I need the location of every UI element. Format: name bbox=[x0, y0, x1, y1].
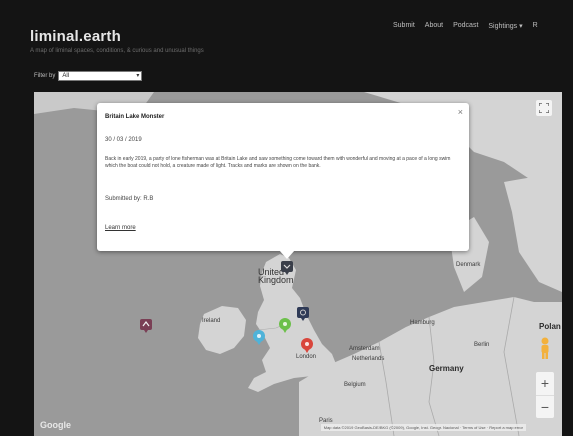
map-marker-green[interactable] bbox=[278, 318, 292, 334]
fullscreen-icon bbox=[539, 103, 549, 113]
chevron-down-icon: ▾ bbox=[136, 73, 140, 79]
map-marker-navy[interactable] bbox=[296, 306, 310, 322]
filter-selected-value: All bbox=[62, 73, 70, 79]
map-marker-blue[interactable] bbox=[252, 330, 266, 346]
map-marker-dark[interactable] bbox=[280, 260, 294, 276]
nav-podcast[interactable]: Podcast bbox=[453, 22, 478, 34]
map-label-berlin: Berlin bbox=[474, 342, 490, 348]
zoom-control: + − bbox=[536, 372, 554, 418]
map-label-hamburg: Hamburg bbox=[410, 320, 435, 326]
map-label-ireland: Ireland bbox=[202, 318, 221, 324]
zoom-in-button[interactable]: + bbox=[536, 372, 554, 395]
nav-submit[interactable]: Submit bbox=[393, 22, 415, 34]
map-label-germany: Germany bbox=[429, 364, 464, 373]
filter-row: Filter by All ▾ bbox=[34, 71, 143, 81]
info-submitted-by: Submitted by: R.B bbox=[105, 196, 154, 202]
nav-item-partial[interactable]: R bbox=[533, 22, 538, 34]
site-title[interactable]: liminal.earth bbox=[30, 28, 121, 45]
site-header: liminal.earth A map of liminal spaces, c… bbox=[0, 0, 573, 92]
zoom-out-button[interactable]: − bbox=[536, 395, 554, 418]
nav-about[interactable]: About bbox=[425, 22, 443, 34]
filter-label: Filter by bbox=[34, 73, 56, 79]
filter-select[interactable]: All ▾ bbox=[58, 71, 143, 81]
fullscreen-button[interactable] bbox=[536, 100, 552, 116]
pegman-icon[interactable] bbox=[537, 336, 553, 360]
info-window-tail bbox=[279, 250, 295, 259]
google-logo[interactable]: Google bbox=[40, 420, 71, 430]
info-window: × Britain Lake Monster 30 / 03 / 2019 Ba… bbox=[97, 103, 469, 251]
map-marker-red[interactable] bbox=[300, 338, 314, 354]
info-title: Britain Lake Monster bbox=[105, 114, 165, 120]
info-date: 30 / 03 / 2019 bbox=[105, 137, 142, 143]
nav-sightings-dropdown[interactable]: Sightings ▾ bbox=[488, 22, 522, 34]
map-attribution[interactable]: Map data ©2019 GeoBasis-DE/BKG (©2009), … bbox=[320, 424, 526, 431]
info-learn-more-link[interactable]: Learn more bbox=[105, 225, 136, 231]
info-description: Back in early 2019, a party of lone fish… bbox=[105, 156, 451, 169]
main-nav: Submit About Podcast Sightings ▾ R bbox=[393, 22, 538, 34]
map-label-belgium: Belgium bbox=[344, 382, 366, 388]
map-marker-purple[interactable] bbox=[139, 318, 153, 334]
site-tagline: A map of liminal spaces, conditions, & c… bbox=[30, 48, 204, 54]
map-label-amsterdam: Amsterdam bbox=[349, 346, 380, 352]
map-label-poland: Polan bbox=[539, 322, 561, 331]
close-icon[interactable]: × bbox=[458, 107, 463, 117]
map-label-london: London bbox=[296, 354, 317, 360]
map-label-denmark: Denmark bbox=[456, 262, 481, 268]
map-label-netherlands: Netherlands bbox=[352, 356, 385, 362]
